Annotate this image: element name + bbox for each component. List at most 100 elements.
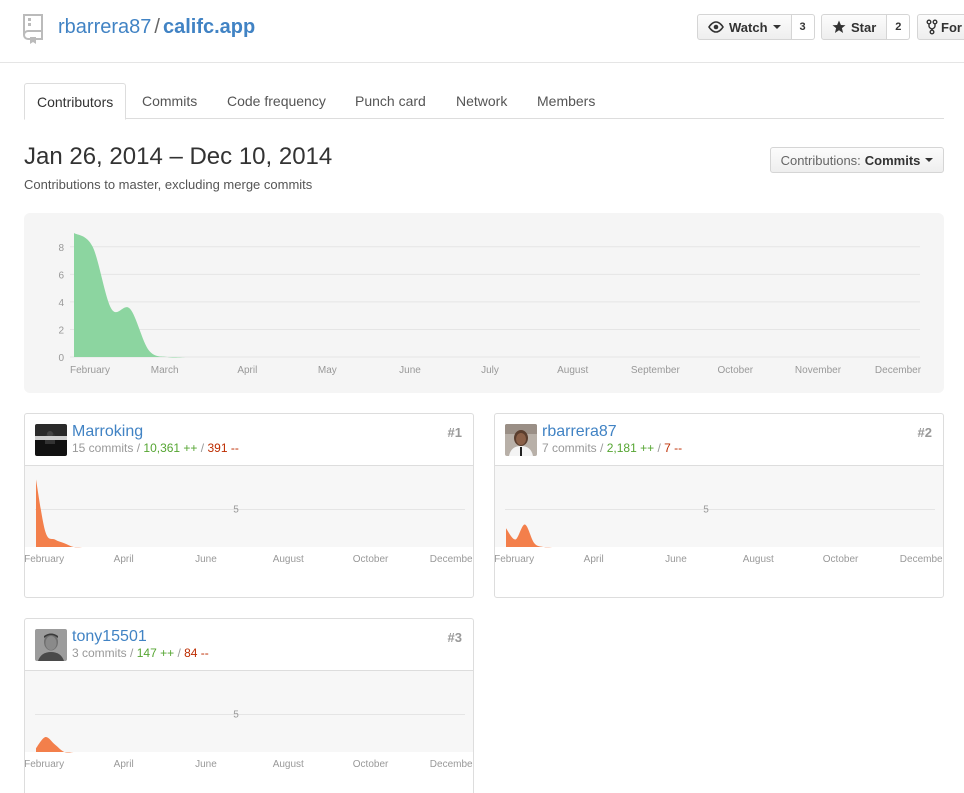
y-tick-label: 2 xyxy=(58,325,64,336)
y-tick-label: 8 xyxy=(58,243,64,254)
additions: 10,361 ++ xyxy=(143,441,198,455)
caret-down-icon xyxy=(772,25,781,29)
x-tick-label: October xyxy=(718,365,754,376)
avatar[interactable] xyxy=(35,629,67,661)
star-group: Star 2 xyxy=(821,14,911,40)
star-label: Star xyxy=(851,19,877,35)
tab-code-frequency[interactable]: Code frequency xyxy=(215,83,338,119)
x-tick-label: September xyxy=(631,365,681,376)
x-tick-label: June xyxy=(195,759,217,770)
stats-separator: / xyxy=(177,646,181,660)
x-tick-label: February xyxy=(25,759,64,770)
x-tick-label: June xyxy=(665,554,687,565)
y-tick-label: 4 xyxy=(58,298,64,309)
x-tick-label: April xyxy=(584,554,604,565)
watch-count[interactable]: 3 xyxy=(791,14,815,40)
avatar[interactable] xyxy=(505,424,537,456)
commit-count[interactable]: 15 commits xyxy=(72,441,133,455)
x-tick-label: November xyxy=(795,365,842,376)
x-tick-label: July xyxy=(481,365,499,376)
stats-separator: / xyxy=(136,441,141,455)
contributor-rank: #1 xyxy=(447,425,462,440)
y-tick-label: 6 xyxy=(58,270,64,281)
contribution-area xyxy=(74,233,186,358)
x-tick-label: December xyxy=(875,365,922,376)
repo-owner-link[interactable]: rbarrera87 xyxy=(58,16,151,38)
graph-tabs: Contributors Commits Code frequency Punc… xyxy=(24,83,944,120)
x-tick-label: February xyxy=(25,554,64,565)
x-tick-label: December xyxy=(430,554,473,565)
contributions-chart-svg: 0 2 4 6 8 February March April May June July August… xyxy=(58,233,922,376)
tab-contributors[interactable]: Contributors xyxy=(24,83,127,120)
tab-network[interactable]: Network xyxy=(444,83,519,119)
chart-plot-area xyxy=(495,466,943,547)
stats-separator: / xyxy=(657,441,661,455)
contributor-chart: 5 February April June August October December xyxy=(495,466,943,598)
contributor-name[interactable]: rbarrera87 xyxy=(542,423,617,441)
contributions-select-value: Commits xyxy=(864,152,921,168)
x-tick-label: December xyxy=(430,759,473,770)
repo-name-link[interactable]: califc.app xyxy=(163,16,255,38)
watch-button[interactable]: Watch xyxy=(697,14,792,40)
x-tick-label: October xyxy=(823,554,859,565)
x-tick-label: October xyxy=(353,759,389,770)
contributor-chart: 5 February April June August October December xyxy=(25,671,473,793)
avatar[interactable] xyxy=(35,424,67,456)
stats-separator: / xyxy=(130,646,134,660)
x-tick-label: April xyxy=(114,554,134,565)
x-tick-label: December xyxy=(900,554,943,565)
stats-separator: / xyxy=(600,441,604,455)
contributor-name[interactable]: Marroking xyxy=(72,423,143,441)
contributor-chart-svg: 5 February April June August October December xyxy=(495,466,943,565)
contributions-select[interactable]: Contributions: Commits xyxy=(770,147,944,173)
chart-plot-area xyxy=(25,466,473,547)
repo-separator: / xyxy=(154,16,160,38)
deletions: 391 -- xyxy=(207,441,239,455)
contributor-name[interactable]: tony15501 xyxy=(72,628,147,646)
x-tick-label: February xyxy=(70,365,110,376)
repo-header: rbarrera87/califc.app Watch 3 Star 2 For xyxy=(0,0,964,63)
fork-button[interactable]: For xyxy=(917,14,964,40)
contributor-card: Marroking 15 commits / 10,361 ++ / 391 -… xyxy=(24,413,474,598)
y-tick-label: 5 xyxy=(233,710,239,721)
y-tick-label: 0 xyxy=(58,353,64,364)
commit-count[interactable]: 7 commits xyxy=(542,441,597,455)
additions: 2,181 ++ xyxy=(606,441,655,455)
contributor-stats: 3 commits / 147 ++ / 84 -- xyxy=(72,646,209,660)
contributions-chart: 0 2 4 6 8 February March April May June July August… xyxy=(24,213,944,393)
additions: 147 ++ xyxy=(136,646,175,660)
chart-plot-area xyxy=(25,671,473,752)
deletions: 84 -- xyxy=(184,646,209,660)
x-tick-label: August xyxy=(557,365,588,376)
contributor-chart-svg: 5 February April June August October December xyxy=(25,466,473,565)
fork-group: For xyxy=(917,14,964,40)
date-range-title: Jan 26, 2014 – Dec 10, 2014 xyxy=(24,143,333,170)
x-tick-label: March xyxy=(151,365,179,376)
contributor-card: rbarrera87 7 commits / 2,181 ++ / 7 -- #… xyxy=(494,413,944,598)
x-tick-label: April xyxy=(114,759,134,770)
deletions: 7 -- xyxy=(664,441,683,455)
fork-icon xyxy=(926,19,938,35)
x-tick-label: April xyxy=(237,365,257,376)
star-icon xyxy=(832,20,846,33)
tab-punch-card[interactable]: Punch card xyxy=(343,83,438,119)
contributor-rank: #2 xyxy=(917,425,932,440)
tab-commits[interactable]: Commits xyxy=(130,83,209,119)
x-tick-label: August xyxy=(273,759,304,770)
fork-label: For xyxy=(941,19,962,35)
watch-label: Watch xyxy=(729,19,768,35)
contributor-rank: #3 xyxy=(447,630,462,645)
contributor-chart-svg: 5 February April June August October December xyxy=(25,671,473,770)
eye-icon xyxy=(708,21,724,33)
commit-count[interactable]: 3 commits xyxy=(72,646,127,660)
y-tick-label: 5 xyxy=(703,505,709,516)
x-tick-label: May xyxy=(318,365,337,376)
x-tick-label: August xyxy=(273,554,304,565)
repo-title: rbarrera87/califc.app xyxy=(58,16,255,39)
star-count[interactable]: 2 xyxy=(887,14,911,40)
x-tick-label: October xyxy=(353,554,389,565)
stats-separator: / xyxy=(200,441,205,455)
x-tick-label: February xyxy=(495,554,534,565)
tab-members[interactable]: Members xyxy=(525,83,607,119)
star-button[interactable]: Star xyxy=(821,14,888,40)
